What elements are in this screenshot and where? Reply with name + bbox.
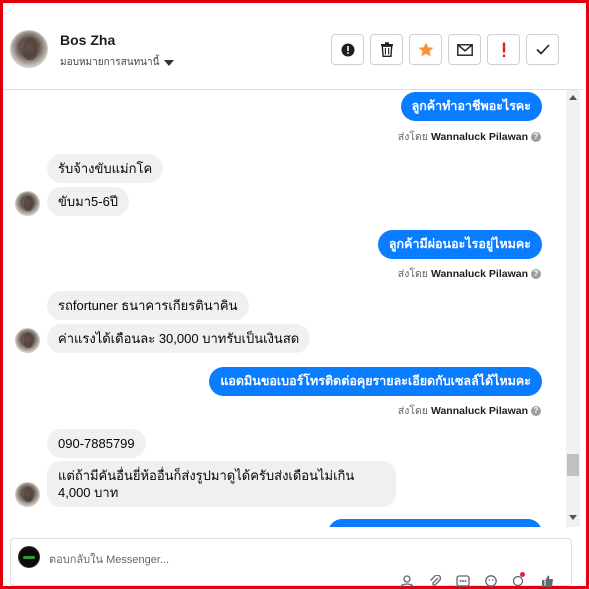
thread-scrollbar[interactable] (566, 90, 580, 527)
contact-avatar-small (15, 482, 40, 507)
incoming-message[interactable]: ค่าแรงได้เดือนละ 30,000 บาทรับเป็นเงินสด (47, 324, 311, 353)
attachment-icon[interactable] (427, 574, 443, 587)
delete-button[interactable] (370, 34, 403, 65)
trash-icon (380, 42, 393, 57)
incoming-message[interactable]: 090-7885799 (47, 429, 146, 458)
outgoing-message[interactable]: แอดมินขอเบอร์โทรติดต่อคุยรายละเอียดกับเซ… (209, 367, 542, 396)
incoming-message[interactable]: แต่ถ้ามีคันอื่นยี่ห้ออื่นก็ส่งรูปมาดูได้… (47, 461, 396, 507)
scroll-down-arrow-icon[interactable] (569, 515, 577, 520)
sent-by-prefix: ส่งโดย (397, 131, 428, 143)
scrollbar-thumb[interactable] (567, 454, 579, 476)
envelope-icon (456, 43, 473, 56)
alert-circle-icon (341, 43, 354, 56)
emoji-icon[interactable] (483, 575, 499, 587)
assign-conversation-dropdown[interactable]: มอบหมายการสนทนานี้ (60, 55, 175, 70)
mark-done-button[interactable] (526, 34, 559, 65)
outgoing-message[interactable]: ลูกค้าทำอาชีพอะไรคะ (400, 92, 542, 121)
add-person-icon[interactable] (399, 575, 415, 588)
like-icon[interactable] (539, 575, 555, 587)
help-icon[interactable]: ? (531, 268, 541, 279)
assign-conversation-label: มอบหมายการสนทนานี้ (60, 57, 160, 68)
checkmark-icon (535, 44, 550, 55)
help-icon[interactable]: ? (531, 131, 541, 142)
sent-by-agent: Wannaluck Pilawan (430, 267, 528, 280)
reply-input[interactable]: ตอบกลับใน Messenger... (49, 550, 169, 568)
incoming-message[interactable]: ขับมา5-6ปี (47, 187, 130, 216)
conversation-actions (331, 34, 559, 65)
mark-unread-button[interactable] (448, 34, 481, 65)
payment-icon[interactable] (511, 572, 527, 587)
star-button[interactable] (409, 34, 442, 65)
sent-by-agent: Wannaluck Pilawan (430, 130, 528, 143)
composer-toolbar (399, 572, 555, 588)
outgoing-message[interactable]: ลูกค้ามีผ่อนอะไรอยู่ไหมคะ (377, 230, 542, 259)
exclamation-icon (502, 42, 505, 57)
message-thread[interactable]: ลูกค้าทำอาชีพอะไรคะ ส่งโดย Wannaluck Pil… (3, 90, 566, 527)
sent-by-prefix: ส่งโดย (397, 268, 428, 280)
sent-by-label: ส่งโดย Wannaluck Pilawan ? (398, 265, 541, 282)
mark-spam-button[interactable] (487, 34, 520, 65)
sent-by-prefix: ส่งโดย (397, 405, 428, 417)
contact-avatar[interactable] (10, 30, 48, 68)
saved-replies-icon[interactable] (455, 575, 471, 587)
incoming-message[interactable]: รถfortuner ธนาคารเกียรตินาคิน (47, 291, 249, 320)
contact-name[interactable]: Bos Zha (60, 32, 115, 48)
contact-avatar-small (15, 328, 40, 353)
contact-avatar-small (15, 191, 40, 216)
star-icon (418, 42, 433, 57)
sent-by-label: ส่งโดย Wannaluck Pilawan ? (398, 402, 541, 419)
caret-down-icon (164, 60, 175, 66)
help-icon[interactable]: ? (531, 405, 541, 416)
page-avatar (18, 546, 40, 568)
block-button[interactable] (331, 34, 364, 65)
notification-dot (520, 572, 525, 577)
incoming-message[interactable]: รับจ้างขับแม่กโค (47, 154, 164, 183)
sent-by-agent: Wannaluck Pilawan (430, 404, 528, 417)
conversation-header: Bos Zha มอบหมายการสนทนานี้ (3, 3, 583, 90)
sent-by-label: ส่งโดย Wannaluck Pilawan ? (398, 128, 541, 145)
scroll-up-arrow-icon[interactable] (569, 95, 577, 100)
outgoing-message-partial[interactable] (328, 519, 542, 527)
reply-composer[interactable]: ตอบกลับใน Messenger... (10, 538, 572, 588)
